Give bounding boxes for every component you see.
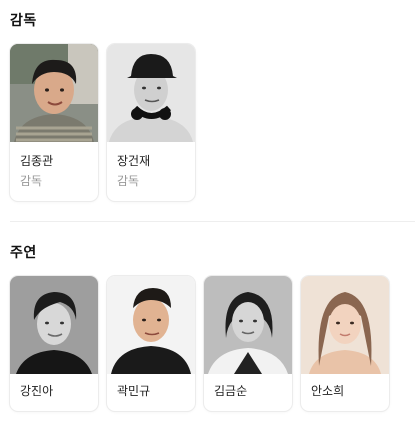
person-card-cast-1[interactable]: 강진아 xyxy=(10,276,98,411)
person-photo xyxy=(10,44,98,142)
person-photo xyxy=(107,276,195,374)
person-name: 안소희 xyxy=(311,384,345,398)
person-photo xyxy=(204,276,292,374)
person-photo xyxy=(10,276,98,374)
directors-section-title: 감독 xyxy=(10,13,37,29)
person-name: 곽민규 xyxy=(117,384,151,398)
person-name: 장건재 xyxy=(117,154,151,168)
person-card-director-2[interactable]: 장건재 감독 xyxy=(107,44,195,201)
person-card-cast-2[interactable]: 곽민규 xyxy=(107,276,195,411)
person-name: 김금순 xyxy=(214,384,248,398)
person-photo xyxy=(107,44,195,142)
person-credits-panel: 감독 김종관 감독 장건재 감독 주연 강진아 곽민규 김금순 안소희 xyxy=(0,0,417,421)
person-card-cast-4[interactable]: 안소희 xyxy=(301,276,389,411)
directors-list: 김종관 감독 장건재 감독 xyxy=(10,44,195,201)
person-photo xyxy=(301,276,389,374)
cast-section-title: 주연 xyxy=(10,245,37,261)
person-card-cast-3[interactable]: 김금순 xyxy=(204,276,292,411)
person-name: 강진아 xyxy=(20,384,54,398)
section-divider xyxy=(10,221,415,222)
person-name: 김종관 xyxy=(20,154,54,168)
person-card-director-1[interactable]: 김종관 감독 xyxy=(10,44,98,201)
person-role: 감독 xyxy=(20,174,43,188)
cast-list: 강진아 곽민규 김금순 안소희 xyxy=(10,276,389,411)
person-role: 감독 xyxy=(117,174,140,188)
